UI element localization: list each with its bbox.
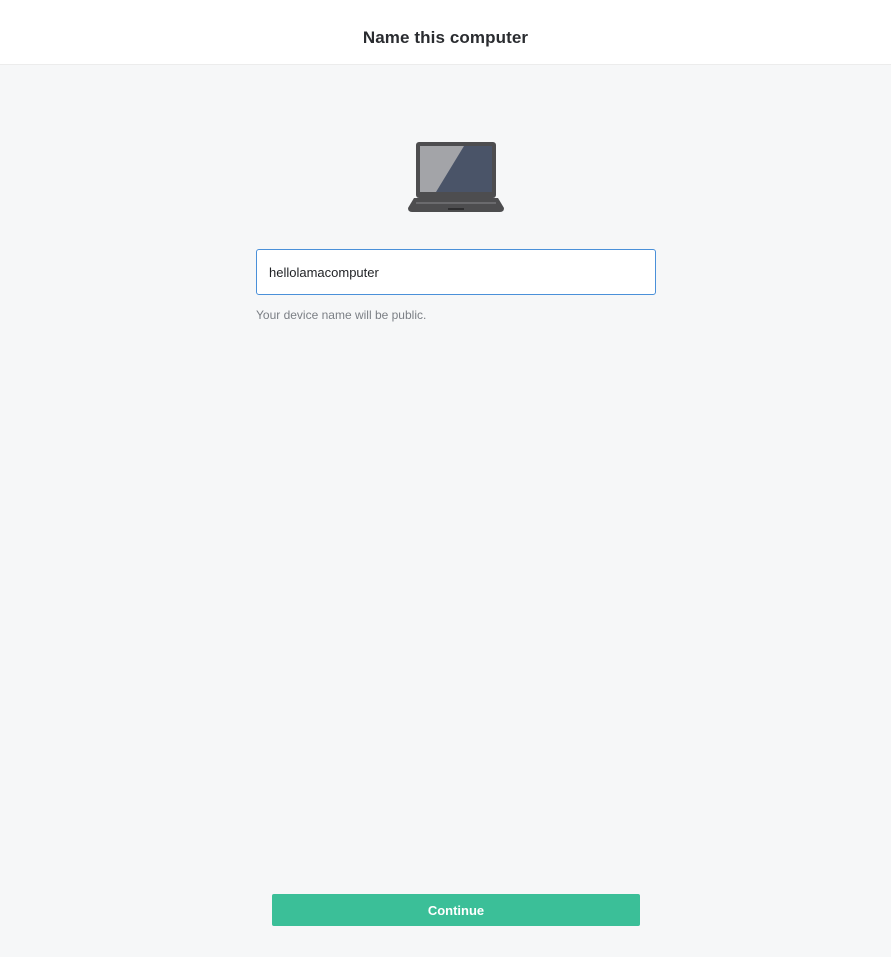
page-title: Name this computer [362, 28, 529, 47]
continue-button[interactable]: Continue [272, 894, 640, 926]
top-bar: Name this computer [0, 0, 891, 65]
device-name-hint: Your device name will be public. [256, 308, 427, 322]
device-name-input[interactable] [256, 249, 656, 295]
laptop-icon [406, 140, 506, 214]
